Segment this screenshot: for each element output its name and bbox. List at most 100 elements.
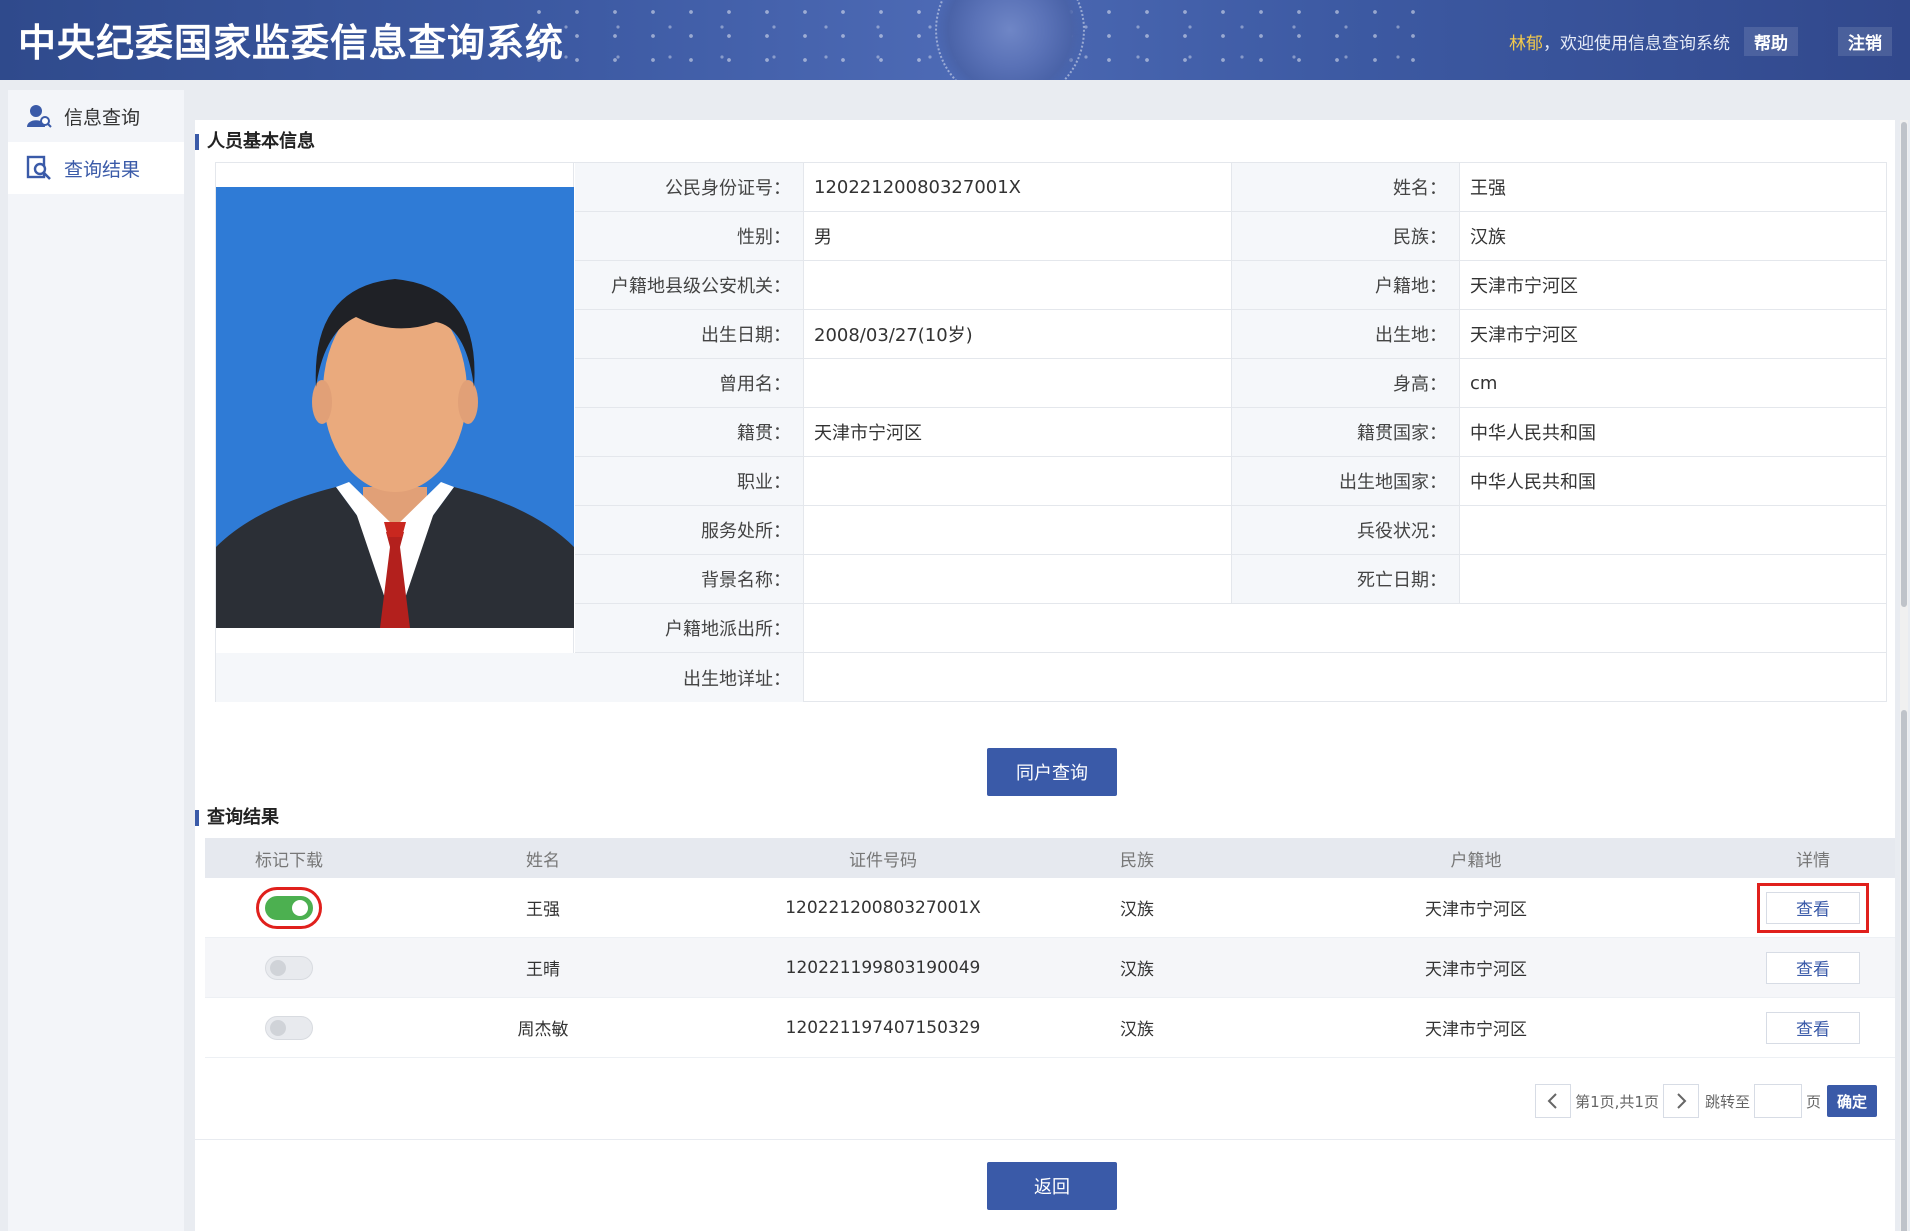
- back-button[interactable]: 返回: [987, 1162, 1117, 1210]
- background-label: 背景名称：: [575, 555, 803, 603]
- scrollbar-thumb[interactable]: [1901, 710, 1907, 1231]
- column-header[interactable]: 详情: [1731, 838, 1895, 878]
- name-label: 姓名：: [1231, 163, 1459, 211]
- column-header[interactable]: 证件号码: [713, 838, 1053, 878]
- table-row: 王强 12022120080327001X 汉族 天津市宁河区 查看: [205, 878, 1895, 938]
- birthplace-value: 天津市宁河区: [1459, 310, 1887, 358]
- sidebar-item-query-results[interactable]: 查询结果: [8, 142, 184, 194]
- pagination: 第1页,共1页 跳转至 页 确定: [1535, 1084, 1877, 1118]
- gender-label: 性别：: [575, 212, 803, 260]
- view-detail-button[interactable]: 查看: [1757, 882, 1869, 933]
- sidebar-item-info-query[interactable]: 信息查询: [8, 90, 184, 142]
- name-cell: 王晴: [526, 960, 560, 980]
- birthdate-label: 出生日期：: [575, 310, 803, 358]
- ethnicity-label: 民族：: [1231, 212, 1459, 260]
- mark-cell: [205, 938, 373, 997]
- info-row: 出生地详址：: [216, 653, 1887, 702]
- native-country-value: 中华人民共和国: [1459, 408, 1887, 456]
- basic-info-title: 人员基本信息: [195, 133, 315, 151]
- info-row: 曾用名： 身高： cm: [575, 359, 1887, 408]
- id-value: 12022120080327001X: [803, 163, 1231, 211]
- mark-download-toggle[interactable]: [265, 955, 313, 980]
- detail-cell: 查看: [1731, 938, 1895, 997]
- id-cell: 12022120080327001X: [785, 897, 981, 918]
- former-name-label: 曾用名：: [575, 359, 803, 407]
- mark-download-toggle[interactable]: [265, 1015, 313, 1040]
- user-search-icon: [26, 103, 52, 129]
- results-title: 查询结果: [195, 809, 279, 827]
- column-header[interactable]: 户籍地: [1221, 838, 1731, 878]
- height-value: cm: [1459, 359, 1887, 407]
- native-country-label: 籍贯国家：: [1231, 408, 1459, 456]
- info-row: 性别： 男 民族： 汉族: [575, 212, 1887, 261]
- view-detail-button[interactable]: 查看: [1766, 1011, 1860, 1044]
- ethnicity-cell: 汉族: [1120, 900, 1154, 920]
- death-label: 死亡日期：: [1231, 555, 1459, 603]
- results-table: 标记下载 姓名 证件号码 民族 户籍地 详情 王强 12022120080327…: [205, 838, 1895, 1058]
- scrollbar[interactable]: [1900, 120, 1908, 1231]
- view-detail-button[interactable]: 查看: [1766, 951, 1860, 984]
- birthdate-value: 2008/03/27(10岁): [803, 310, 1231, 358]
- household-cell: 天津市宁河区: [1425, 960, 1527, 980]
- page-jump-input[interactable]: [1753, 1084, 1802, 1118]
- avatar: [216, 187, 574, 628]
- info-row: 户籍地派出所：: [575, 604, 1887, 653]
- police-label: 户籍地县级公安机关：: [575, 261, 803, 309]
- app-title: 中央纪委国家监委信息查询系统: [18, 21, 565, 65]
- logout-button[interactable]: 注销: [1838, 27, 1892, 56]
- info-row: 籍贯： 天津市宁河区 籍贯国家： 中华人民共和国: [575, 408, 1887, 457]
- prev-page-button[interactable]: [1535, 1084, 1572, 1118]
- chevron-right-icon: [1677, 1093, 1687, 1109]
- mark-download-toggle[interactable]: [256, 886, 322, 929]
- info-row: 职业： 出生地国家： 中华人民共和国: [575, 457, 1887, 506]
- household-query-button[interactable]: 同户查询: [987, 748, 1117, 796]
- household-label: 户籍地：: [1231, 261, 1459, 309]
- birth-detail-value: [803, 653, 1887, 702]
- station-label: 户籍地派出所：: [575, 604, 803, 652]
- chevron-left-icon: [1547, 1093, 1557, 1109]
- workplace-value: [803, 506, 1231, 554]
- column-header[interactable]: 民族: [1053, 838, 1221, 878]
- native-value: 天津市宁河区: [803, 408, 1231, 456]
- user-name: 林郁: [1509, 34, 1543, 54]
- military-value: [1459, 506, 1887, 554]
- column-header[interactable]: 姓名: [373, 838, 713, 878]
- column-header[interactable]: 标记下载: [205, 838, 373, 878]
- household-cell: 天津市宁河区: [1425, 1020, 1527, 1040]
- ethnicity-value: 汉族: [1459, 212, 1887, 260]
- user-area: 林郁 ，欢迎使用信息查询系统 帮助 注销: [1509, 27, 1892, 56]
- birth-country-value: 中华人民共和国: [1459, 457, 1887, 505]
- table-row: 王晴 120221199803190049 汉族 天津市宁河区 查看: [205, 938, 1895, 998]
- confirm-jump-button[interactable]: 确定: [1826, 1085, 1877, 1117]
- ethnicity-cell: 汉族: [1120, 960, 1154, 980]
- workplace-label: 服务处所：: [575, 506, 803, 554]
- table-row: 周杰敏 120221197407150329 汉族 天津市宁河区 查看: [205, 998, 1895, 1058]
- info-row: 出生日期： 2008/03/27(10岁) 出生地： 天津市宁河区: [575, 310, 1887, 359]
- next-page-button[interactable]: [1662, 1084, 1699, 1118]
- name-cell: 王强: [526, 900, 560, 920]
- birthplace-label: 出生地：: [1231, 310, 1459, 358]
- page-info: 第1页,共1页: [1575, 1092, 1659, 1111]
- name-cell: 周杰敏: [517, 1020, 569, 1040]
- help-button[interactable]: 帮助: [1744, 27, 1798, 56]
- person-photo: [216, 187, 574, 628]
- toggle-knob: [270, 1019, 286, 1036]
- scrollbar-thumb[interactable]: [1901, 122, 1907, 607]
- info-row: 服务处所： 兵役状况：: [575, 506, 1887, 555]
- toggle-knob: [270, 959, 286, 976]
- birth-detail-label: 出生地详址：: [216, 653, 803, 702]
- jump-label: 跳转至: [1704, 1092, 1750, 1111]
- gender-value: 男: [803, 212, 1231, 260]
- sidebar-item-label: 查询结果: [64, 158, 141, 181]
- emblem-icon: [935, 0, 1085, 80]
- household-cell: 天津市宁河区: [1425, 900, 1527, 920]
- height-label: 身高：: [1231, 359, 1459, 407]
- background-value: [803, 555, 1231, 603]
- former-name-value: [803, 359, 1231, 407]
- mark-cell: [205, 998, 373, 1057]
- household-value: 天津市宁河区: [1459, 261, 1887, 309]
- ethnicity-cell: 汉族: [1120, 1020, 1154, 1040]
- detail-cell: 查看: [1731, 878, 1895, 937]
- id-cell: 120221197407150329: [785, 1017, 981, 1038]
- station-value: [803, 604, 1887, 652]
